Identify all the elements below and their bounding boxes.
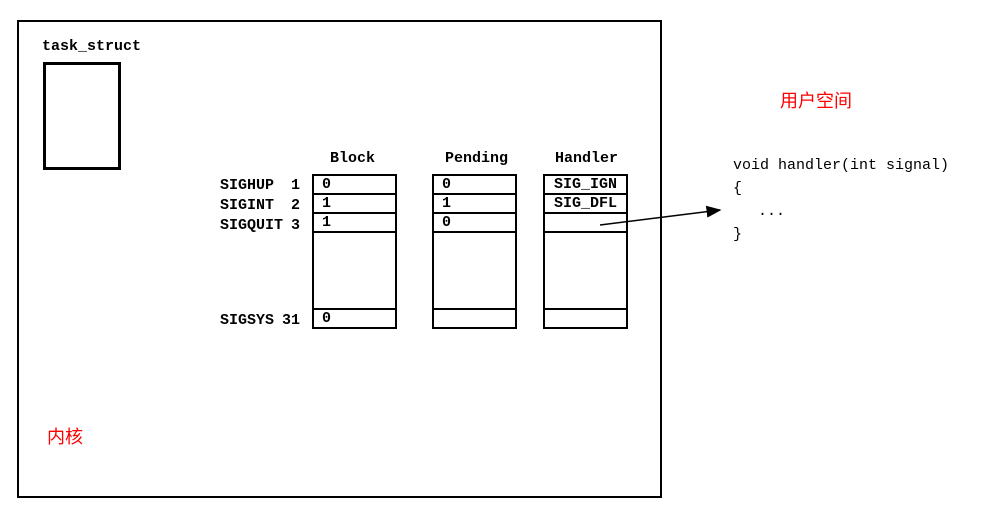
handler-cell-2: SIG_DFL [545,195,626,214]
header-handler: Handler [555,150,618,167]
code-line-3: ... [758,203,785,220]
handler-cell-31 [545,308,626,327]
pending-column: 0 1 0 [432,174,517,329]
signal-name-1: SIGHUP [220,177,274,194]
block-cell-31: 0 [314,308,395,327]
code-line-1: void handler(int signal) [733,157,949,174]
task-struct-label: task_struct [42,38,141,55]
signal-num-3: 3 [291,217,300,234]
signal-name-2: SIGINT [220,197,274,214]
pending-cell-3: 0 [434,214,515,233]
block-cell-2: 1 [314,195,395,214]
header-block: Block [330,150,375,167]
block-column: 0 1 1 0 [312,174,397,329]
handler-cell-1: SIG_IGN [545,176,626,195]
code-line-4: } [733,226,742,243]
userspace-label: 用户空间 [780,87,852,113]
block-cell-3: 1 [314,214,395,233]
block-cell-1: 0 [314,176,395,195]
header-pending: Pending [445,150,508,167]
pending-cell-1: 0 [434,176,515,195]
signal-num-31: 31 [282,312,300,329]
signal-name-31: SIGSYS [220,312,274,329]
code-line-2: { [733,180,742,197]
signal-name-3: SIGQUIT [220,217,283,234]
pending-cell-2: 1 [434,195,515,214]
task-struct-box [43,62,121,170]
signal-num-1: 1 [291,177,300,194]
signal-num-2: 2 [291,197,300,214]
handler-column: SIG_IGN SIG_DFL [543,174,628,329]
handler-cell-3 [545,214,626,233]
kernel-label: 内核 [47,423,83,449]
pending-cell-31 [434,308,515,327]
